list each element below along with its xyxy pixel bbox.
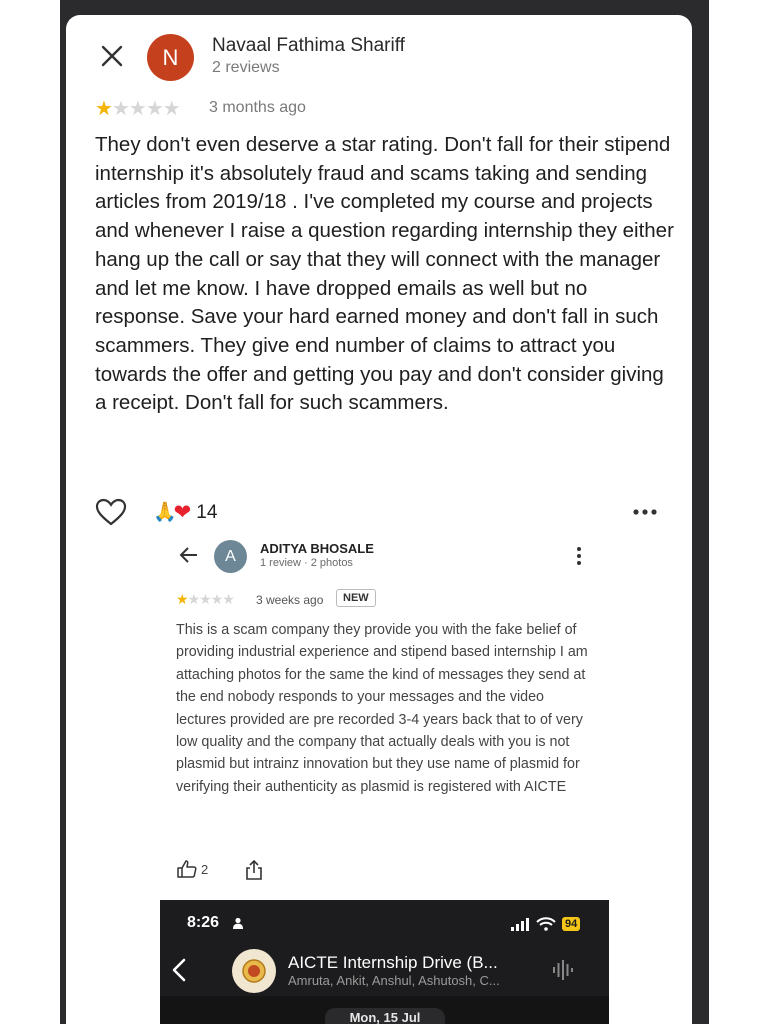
like-button[interactable] xyxy=(95,498,129,528)
status-bar-icons: 94 xyxy=(511,917,581,931)
signal-icon xyxy=(511,917,529,931)
embedded-reviewer-name: ADITYA BHOSALE xyxy=(260,541,374,556)
star-empty-icon: ★ xyxy=(128,98,147,120)
thumbs-up-icon xyxy=(177,860,197,878)
embedded-more-button xyxy=(570,545,588,567)
share-icon xyxy=(246,859,262,880)
reviewer-review-count: 2 reviews xyxy=(212,59,280,76)
reaction-count: 14 xyxy=(196,502,218,523)
wifi-icon xyxy=(536,917,556,931)
reactions-summary[interactable]: 🙏 ❤ 14 xyxy=(153,501,217,525)
reviewer-name[interactable]: Navaal Fathima Shariff xyxy=(212,35,405,57)
embedded-review-text: This is a scam company they provide you … xyxy=(176,622,588,795)
close-button[interactable] xyxy=(96,40,128,72)
star-empty-icon: ★ xyxy=(111,98,130,120)
embedded-reviewer-meta: 1 review · 2 photos xyxy=(260,557,353,569)
chevron-left-icon xyxy=(172,958,186,982)
battery-level: 94 xyxy=(562,917,581,931)
star-empty-icon: ★ xyxy=(145,98,164,120)
star-empty-icon: ★ xyxy=(199,591,212,607)
heart-icon: ❤ xyxy=(173,501,192,524)
star-empty-icon: ★ xyxy=(222,591,235,607)
voice-wave-icon xyxy=(553,960,573,980)
person-icon xyxy=(233,917,243,929)
back-arrow-icon xyxy=(179,547,197,563)
embedded-review-time: 3 weeks ago xyxy=(256,593,324,607)
more-horizontal-icon xyxy=(633,509,657,515)
embedded-star-rating: ★ ★ ★ ★ ★ xyxy=(176,591,235,608)
review-time: 3 months ago xyxy=(209,99,306,116)
star-rating: ★ ★ ★ ★ ★ xyxy=(95,96,181,121)
star-empty-icon: ★ xyxy=(162,98,181,120)
chat-date-pill: Mon, 15 Jul xyxy=(325,1008,445,1024)
embedded-helpful-button: 2 xyxy=(177,860,208,878)
star-empty-icon: ★ xyxy=(210,591,224,607)
heart-outline-icon xyxy=(95,498,127,526)
new-badge: NEW xyxy=(336,589,376,607)
star-empty-icon: ★ xyxy=(187,591,201,607)
more-vertical-icon xyxy=(577,547,581,565)
star-filled-icon: ★ xyxy=(176,591,189,607)
more-options-button[interactable] xyxy=(628,498,662,528)
reviewer-avatar[interactable]: N xyxy=(147,34,194,81)
star-filled-icon: ★ xyxy=(95,98,113,120)
chat-back-button xyxy=(170,957,188,983)
status-bar-time: 8:26 xyxy=(187,914,220,931)
embedded-share-button xyxy=(245,859,263,880)
group-name: AICTE Internship Drive (B... xyxy=(288,953,498,972)
helpful-count: 2 xyxy=(201,861,209,877)
close-icon xyxy=(101,45,123,67)
review-text: They don't even deserve a star rating. D… xyxy=(95,133,674,415)
emblem-icon xyxy=(242,959,266,983)
embedded-back-button xyxy=(178,544,200,566)
embedded-reviewer-avatar: A xyxy=(214,540,247,573)
group-avatar xyxy=(232,949,276,993)
group-members: Amruta, Ankit, Anshul, Ashutosh, C... xyxy=(288,973,500,988)
